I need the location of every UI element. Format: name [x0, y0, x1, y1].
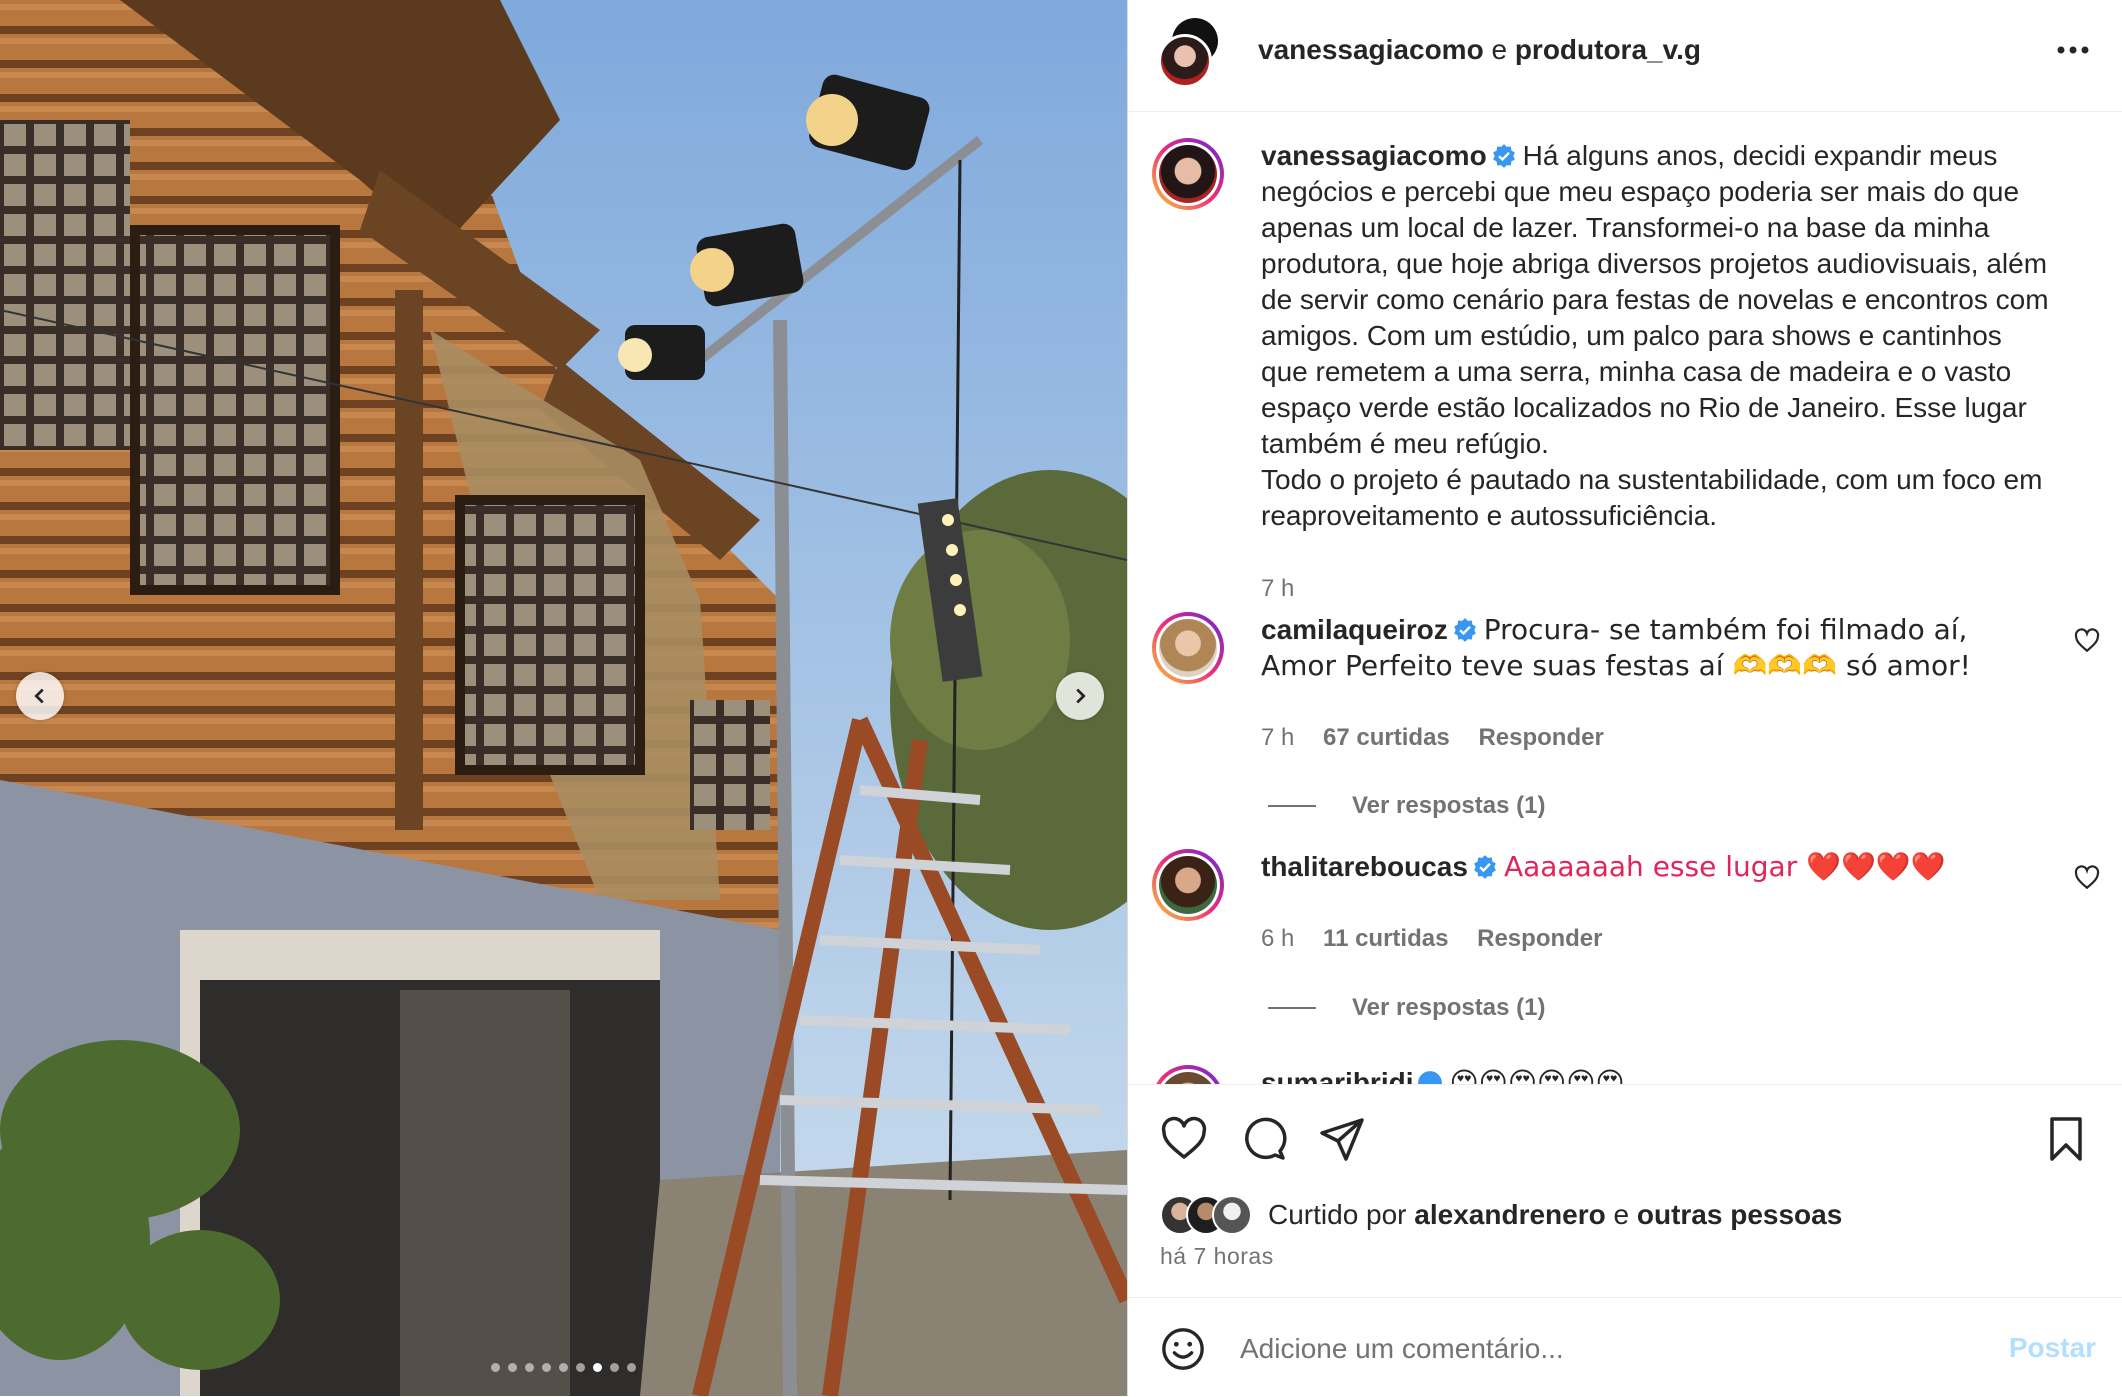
avatar-ring[interactable] [1152, 849, 1224, 921]
comment-meta: 7 h 67 curtidas Responder [1261, 724, 1626, 752]
comment-username[interactable]: sumaribridi [1261, 1067, 1413, 1084]
view-replies-button[interactable]: Ver respostas (1) [1268, 792, 1545, 820]
comment-text: camilaqueiroz Procura- se também foi film… [1261, 612, 2051, 684]
comment-body: 😍😍😍😍😍😍 [1449, 1066, 1625, 1084]
comment-text: thalitareboucas Aaaaaaah esse lugar ❤️❤️❤… [1261, 849, 2051, 885]
view-replies-label: Ver respostas (1) [1352, 994, 1546, 1021]
caption-time: 7 h [1261, 575, 1295, 602]
replies-line [1268, 1007, 1316, 1009]
replies-line [1268, 805, 1316, 807]
smile-icon[interactable] [1160, 1326, 1206, 1372]
carousel-dot [627, 1363, 636, 1372]
avatar-ring[interactable] [1152, 612, 1224, 684]
likers-avatars [1160, 1195, 1260, 1235]
chevron-left-icon [34, 688, 44, 704]
caption-body: Há alguns anos, decidi expandir meus neg… [1261, 140, 2049, 459]
avatar [1159, 1072, 1217, 1084]
comment-time: 6 h [1261, 925, 1295, 952]
carousel-dot [576, 1363, 585, 1372]
caption-username[interactable]: vanessagiacomo [1261, 140, 1487, 171]
post-header: vanessagiacomo e produtora_v.g [1128, 0, 2122, 112]
comment-text: sumaribridi 😍😍😍😍😍😍 [1261, 1065, 2051, 1084]
avatar [1159, 619, 1217, 677]
comments-list[interactable]: vanessagiacomo Há alguns anos, decidi exp… [1128, 112, 2122, 1084]
avatar-ring[interactable] [1152, 138, 1224, 210]
verified-icon [1453, 618, 1476, 642]
avatar-ring[interactable] [1152, 1065, 1224, 1084]
carousel-dot [610, 1363, 619, 1372]
comment-composer: Postar [1128, 1297, 2122, 1397]
carousel-dot [559, 1363, 568, 1372]
reply-button[interactable]: Responder [1478, 724, 1603, 751]
comment-icon[interactable] [1240, 1115, 1288, 1163]
comment-likes[interactable]: 67 curtidas [1323, 724, 1450, 751]
heart-icon[interactable] [2074, 628, 2100, 654]
authors-joiner: e [1491, 34, 1508, 65]
share-icon[interactable] [1318, 1115, 1366, 1163]
likes-prefix: Curtido por [1268, 1199, 1407, 1230]
carousel-dot [593, 1363, 602, 1372]
comment-body: Aaaaaaah esse lugar ❤️❤️❤️❤️ [1503, 850, 1946, 883]
post-actions: Curtido por alexandrenero e outras pesso… [1128, 1084, 2122, 1298]
avatar [1158, 34, 1212, 88]
post-photo [0, 0, 1127, 1396]
carousel-dot [525, 1363, 534, 1372]
heart-icon[interactable] [2074, 865, 2100, 891]
avatar [1159, 145, 1217, 203]
avatar [1212, 1195, 1252, 1235]
heart-icon[interactable] [1160, 1115, 1208, 1163]
caption-meta: 7 h [1261, 575, 1316, 603]
comment-meta: 6 h 11 curtidas Responder [1261, 925, 1624, 953]
view-replies-button[interactable]: Ver respostas (1) [1268, 994, 1545, 1022]
post-time[interactable]: há 7 horas [1160, 1243, 1274, 1270]
post-media[interactable] [0, 0, 1127, 1396]
carousel-next-button[interactable] [1056, 672, 1104, 720]
comment-input[interactable] [1238, 1328, 1942, 1370]
more-icon[interactable] [2054, 40, 2092, 60]
comment-time: 7 h [1261, 724, 1295, 751]
carousel-dot [542, 1363, 551, 1372]
liker-link[interactable]: alexandrenero [1414, 1199, 1605, 1231]
verified-icon [1474, 855, 1496, 879]
comment-username[interactable]: camilaqueiroz [1261, 614, 1448, 645]
collab-avatars[interactable] [1158, 18, 1218, 88]
comment-likes[interactable]: 11 curtidas [1323, 925, 1448, 952]
likes-summary: Curtido por alexandrenero e outras pesso… [1160, 1195, 1842, 1235]
caption-body-2: Todo o projeto é pautado na sustentabili… [1261, 464, 2043, 531]
reply-button[interactable]: Responder [1477, 925, 1602, 952]
carousel-dot [491, 1363, 500, 1372]
verified-icon [1418, 1071, 1443, 1084]
post-authors: vanessagiacomo e produtora_v.g [1258, 34, 1701, 66]
likes-joiner: e [1613, 1199, 1630, 1230]
caption-text: vanessagiacomo Há alguns anos, decidi exp… [1261, 138, 2051, 534]
view-replies-label: Ver respostas (1) [1352, 792, 1546, 819]
comment-username[interactable]: thalitareboucas [1261, 851, 1468, 882]
verified-icon [1492, 144, 1515, 168]
carousel-dot [508, 1363, 517, 1372]
avatar [1159, 856, 1217, 914]
author-link[interactable]: vanessagiacomo [1258, 34, 1484, 65]
collaborator-link[interactable]: produtora_v.g [1515, 34, 1701, 65]
others-link[interactable]: outras pessoas [1637, 1199, 1842, 1231]
carousel-prev-button[interactable] [16, 672, 64, 720]
bookmark-icon[interactable] [2042, 1115, 2090, 1163]
carousel-dots [0, 1363, 1127, 1372]
chevron-right-icon [1076, 688, 1086, 704]
post-side-panel: vanessagiacomo e produtora_v.g vanessagi… [1128, 0, 2122, 1396]
post-comment-button[interactable]: Postar [2009, 1332, 2096, 1364]
